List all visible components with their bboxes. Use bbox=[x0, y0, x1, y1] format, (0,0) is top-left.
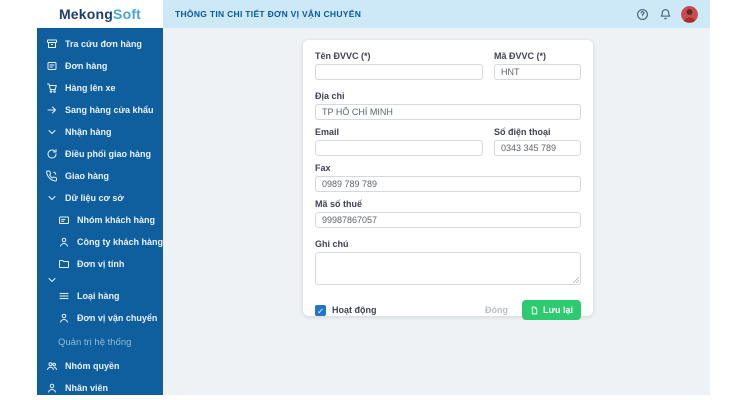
app-window: MekongSoft THÔNG TIN CHI TIẾT ĐƠN VỊ VẬN… bbox=[37, 0, 710, 395]
chevron-down-icon bbox=[46, 126, 58, 138]
sidebar-group-collapsed-toggle[interactable] bbox=[37, 275, 163, 285]
sidebar-item-nhan-vien[interactable]: Nhân viên bbox=[37, 377, 163, 399]
sidebar-item-label: Điều phối giao hàng bbox=[65, 149, 151, 159]
sidebar-item-dieu-phoi-giao-hang[interactable]: Điều phối giao hàng bbox=[37, 143, 163, 165]
ma-so-thue-label: Mã số thuế bbox=[315, 199, 363, 209]
sidebar-item-label: Nhân viên bbox=[65, 383, 109, 393]
person-icon bbox=[58, 312, 70, 324]
shipping-unit-detail-card: Tên ĐVVC (*) Mã ĐVVC (*) Địa chỉ Email bbox=[303, 40, 593, 320]
sidebar-item-label: Tra cứu đơn hàng bbox=[65, 39, 142, 49]
sidebar-item-nhan-hang[interactable]: Nhận hàng bbox=[37, 121, 163, 143]
person-icon bbox=[58, 236, 70, 248]
people-icon bbox=[46, 360, 58, 372]
mekongsoft-logo: MekongSoft bbox=[59, 6, 141, 22]
menu-icon bbox=[58, 290, 70, 302]
archive-box-icon bbox=[46, 38, 58, 50]
sidebar-item-giao-hang[interactable]: Giao hàng bbox=[37, 165, 163, 187]
save-button-label: Lưu lại bbox=[542, 305, 573, 315]
sidebar-item-don-hang[interactable]: Đơn hàng bbox=[37, 55, 163, 77]
ma-so-thue-input[interactable] bbox=[315, 212, 581, 228]
document-lines-icon bbox=[46, 60, 58, 72]
sidebar-item-tra-cuu-don-hang[interactable]: Tra cứu đơn hàng bbox=[37, 33, 163, 55]
arrow-right-icon bbox=[46, 104, 58, 116]
sidebar-item-sang-hang-cua-khau[interactable]: Sang hàng cửa khẩu bbox=[37, 99, 163, 121]
sidebar-item-label: Nhóm khách hàng bbox=[77, 215, 156, 225]
header-actions bbox=[635, 5, 698, 23]
fax-label: Fax bbox=[315, 163, 331, 173]
sidebar-item-label: Công ty khách hàng bbox=[77, 237, 164, 247]
sidebar-item-loai-hang[interactable]: Loại hàng bbox=[37, 285, 163, 307]
main-content: Tên ĐVVC (*) Mã ĐVVC (*) Địa chỉ Email bbox=[163, 28, 710, 395]
sidebar-group-label: Dữ liệu cơ sở bbox=[65, 193, 124, 203]
logo-light-part: Soft bbox=[113, 6, 142, 22]
ma-dvvc-input[interactable] bbox=[494, 64, 581, 80]
chevron-down-icon bbox=[46, 274, 58, 286]
sidebar-item-label: Sang hàng cửa khẩu bbox=[65, 105, 154, 115]
active-checkbox[interactable] bbox=[315, 304, 326, 316]
so-dien-thoai-input[interactable] bbox=[494, 140, 581, 156]
sidebar-nav: Tra cứu đơn hàng Đơn hàng Hàng lên xe Sa… bbox=[37, 28, 163, 395]
ghi-chu-label: Ghi chú bbox=[315, 239, 349, 249]
top-bar: MekongSoft THÔNG TIN CHI TIẾT ĐƠN VỊ VẬN… bbox=[37, 0, 710, 28]
ghi-chu-textarea[interactable] bbox=[315, 252, 581, 285]
phone-icon bbox=[46, 170, 58, 182]
sidebar-item-hang-len-xe[interactable]: Hàng lên xe bbox=[37, 77, 163, 99]
sidebar-item-label: Giao hàng bbox=[65, 171, 110, 181]
sidebar-item-label: Đơn vị tính bbox=[77, 259, 125, 269]
logo-area: MekongSoft bbox=[37, 0, 163, 28]
sidebar-section-label: Quản trị hệ thống bbox=[58, 337, 132, 348]
card-footer: Hoạt động Đóng Lưu lại bbox=[315, 300, 581, 320]
dia-chi-label: Địa chỉ bbox=[315, 91, 345, 101]
resize-handle[interactable] bbox=[573, 277, 579, 283]
fax-input[interactable] bbox=[315, 176, 581, 192]
sidebar-item-don-vi-van-chuyen[interactable]: Đơn vị vận chuyển bbox=[37, 307, 163, 329]
save-button[interactable]: Lưu lại bbox=[521, 300, 581, 320]
sidebar-group-du-lieu-co-so[interactable]: Dữ liệu cơ sở bbox=[37, 187, 163, 209]
email-label: Email bbox=[315, 127, 340, 137]
sidebar-item-label: Loại hàng bbox=[77, 291, 120, 301]
ten-dvvc-input[interactable] bbox=[315, 64, 483, 80]
sidebar-item-label: Nhóm quyền bbox=[65, 361, 120, 371]
save-file-icon bbox=[530, 306, 539, 315]
sidebar-item-label: Đơn vị vận chuyển bbox=[77, 313, 158, 323]
person-icon bbox=[46, 382, 58, 394]
so-dien-thoai-label: Số điện thoại bbox=[494, 127, 551, 137]
user-avatar[interactable] bbox=[681, 5, 698, 23]
id-card-icon bbox=[58, 214, 70, 226]
bell-icon[interactable] bbox=[658, 7, 672, 21]
active-checkbox-label: Hoạt động bbox=[332, 305, 377, 315]
sidebar-item-label: Đơn hàng bbox=[65, 61, 108, 71]
sidebar-item-cong-ty-khach-hang[interactable]: Công ty khách hàng bbox=[37, 231, 163, 253]
refresh-icon bbox=[46, 148, 58, 160]
sidebar-section-quan-tri-he-thong: Quản trị hệ thống bbox=[37, 329, 163, 355]
header-band: THÔNG TIN CHI TIẾT ĐƠN VỊ VẬN CHUYỂN bbox=[163, 0, 710, 28]
page-title: THÔNG TIN CHI TIẾT ĐƠN VỊ VẬN CHUYỂN bbox=[175, 9, 362, 19]
help-icon[interactable] bbox=[635, 7, 649, 21]
folder-icon bbox=[58, 258, 70, 270]
sidebar-item-nhom-khach-hang[interactable]: Nhóm khách hàng bbox=[37, 209, 163, 231]
sidebar-item-don-vi-tinh[interactable]: Đơn vị tính bbox=[37, 253, 163, 275]
dia-chi-input[interactable] bbox=[315, 104, 581, 120]
sidebar-item-label: Hàng lên xe bbox=[65, 83, 116, 93]
sidebar-item-label: Nhận hàng bbox=[65, 127, 112, 137]
logo-bold-part: Mekong bbox=[58, 6, 114, 22]
ten-dvvc-label: Tên ĐVVC (*) bbox=[315, 51, 371, 61]
sidebar-item-nhom-quyen[interactable]: Nhóm quyền bbox=[37, 355, 163, 377]
close-button[interactable]: Đóng bbox=[485, 305, 508, 315]
cart-icon bbox=[46, 82, 58, 94]
ma-dvvc-label: Mã ĐVVC (*) bbox=[494, 51, 547, 61]
email-input[interactable] bbox=[315, 140, 483, 156]
chevron-down-icon bbox=[46, 192, 58, 204]
